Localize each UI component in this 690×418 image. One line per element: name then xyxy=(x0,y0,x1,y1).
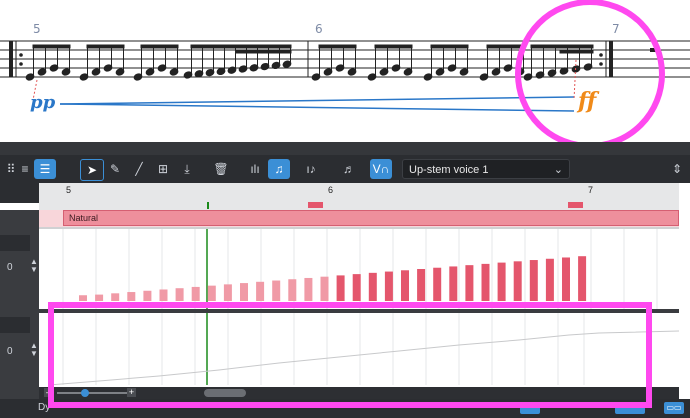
velocity-bar xyxy=(143,290,152,301)
collapse-icon[interactable]: ⇕ xyxy=(666,159,688,179)
velocity-bar xyxy=(288,279,297,301)
ruler-marker-1[interactable] xyxy=(308,202,323,208)
ruler-number-7: 7 xyxy=(588,185,594,195)
natural-region[interactable] xyxy=(63,210,679,226)
lane-header-block-1 xyxy=(0,235,30,251)
velocity-bar xyxy=(95,294,104,301)
view-mode-icon[interactable]: ▭▭ xyxy=(664,402,684,414)
velocity-bar xyxy=(223,284,232,301)
hairpin-lower xyxy=(59,103,575,112)
velocity-bar xyxy=(562,257,570,301)
velocity-bar xyxy=(191,286,200,301)
ruler-marker-2[interactable] xyxy=(568,202,583,208)
beam xyxy=(32,44,71,49)
voice-icon[interactable]: V∩ xyxy=(370,159,392,179)
natural-label: Natural xyxy=(69,213,99,223)
voice-select[interactable]: Up-stem voice 1 ⌄ xyxy=(402,159,570,179)
dynamic-pp[interactable]: pp xyxy=(30,92,55,113)
note-icon[interactable]: ♫ xyxy=(268,159,290,179)
beam xyxy=(430,44,469,49)
chord-icon[interactable]: ♬ xyxy=(338,159,360,179)
lane-header-panel: 0 ▲ ▼ 0 ▲ ▼ xyxy=(0,183,39,418)
velocity-bar xyxy=(304,277,313,301)
delete-icon[interactable]: 🗑 xyxy=(210,159,232,179)
highlight-rectangle xyxy=(48,302,652,408)
hairpin-upper xyxy=(59,96,575,105)
velocity-bar xyxy=(175,288,184,301)
velocity-bar xyxy=(449,266,458,301)
playhead-marker[interactable] xyxy=(207,202,209,209)
beam xyxy=(530,44,594,49)
velocity-icon[interactable]: ı♪ xyxy=(300,159,322,179)
line-tool-icon[interactable]: ╱ xyxy=(128,159,150,179)
ruler-number-6: 6 xyxy=(328,185,334,195)
velocity-bar xyxy=(578,256,587,301)
timeline-ruler[interactable]: 5 6 7 xyxy=(39,183,679,211)
beam xyxy=(318,44,357,49)
velocity-bar xyxy=(529,260,538,301)
beam xyxy=(86,44,125,49)
pencil-tool-icon[interactable]: ✎ xyxy=(104,159,126,179)
articulation-lane[interactable]: Natural xyxy=(39,210,679,227)
view-toggle-icon[interactable]: ☰ xyxy=(34,159,56,179)
ruler-tool-icon[interactable]: ⊞ xyxy=(152,159,174,179)
velocity-bar xyxy=(79,295,87,301)
velocity-bar xyxy=(352,274,361,301)
ruler-number-5: 5 xyxy=(66,185,72,195)
waveform-icon[interactable]: ılı xyxy=(244,159,266,179)
beam xyxy=(235,49,292,54)
velocity-svg[interactable] xyxy=(39,229,679,309)
velocity-bar xyxy=(513,261,522,301)
velocity-bar xyxy=(127,292,136,301)
velocity-value[interactable]: 0 xyxy=(7,262,13,273)
velocity-bar xyxy=(433,267,442,301)
piano-roll-toolbar: ⠿ ≡ ☰ ➤ ✎ ╱ ⊞ ⤓ 🗑 ılı ♫ ı♪ ♬ V∩ Up-stem … xyxy=(0,155,690,183)
velocity-bar xyxy=(545,258,554,301)
staff-svg xyxy=(0,0,690,142)
beam xyxy=(486,44,525,49)
velocity-bar xyxy=(111,293,120,301)
dynamic-ff[interactable]: ff xyxy=(578,88,596,114)
download-tool-icon[interactable]: ⤓ xyxy=(176,159,198,179)
velocity-bar xyxy=(240,283,248,301)
velocity-bar xyxy=(272,280,281,301)
stepper-icon-2[interactable]: ▲ ▼ xyxy=(30,342,38,358)
lane-header-block-2 xyxy=(0,317,30,333)
velocity-bar xyxy=(207,285,216,301)
panel-splitter[interactable] xyxy=(0,142,690,155)
beam xyxy=(374,44,413,49)
beam xyxy=(559,49,594,54)
velocity-bar xyxy=(417,269,426,301)
lanes-icon[interactable]: ≡ xyxy=(14,159,36,179)
measure-number-7: 7 xyxy=(612,22,620,36)
velocity-bar xyxy=(368,272,377,301)
velocity-bar xyxy=(256,281,265,301)
measure-number-5: 5 xyxy=(33,22,41,36)
beam xyxy=(190,44,292,49)
score-view[interactable]: 5 6 7 pp ff xyxy=(0,0,690,142)
velocity-bar xyxy=(336,275,345,301)
chevron-down-icon: ⌄ xyxy=(553,164,563,176)
measure-number-6: 6 xyxy=(315,22,323,36)
velocity-bar xyxy=(320,276,329,301)
velocity-bar xyxy=(159,289,168,301)
velocity-lane[interactable] xyxy=(39,229,679,309)
cc-value[interactable]: 0 xyxy=(7,346,13,357)
velocity-bar xyxy=(384,271,393,301)
lane-header-white xyxy=(0,203,39,210)
velocity-bar xyxy=(401,270,409,301)
stepper-icon[interactable]: ▲ ▼ xyxy=(30,258,38,274)
lane-header-top xyxy=(0,183,39,203)
voice-select-label: Up-stem voice 1 xyxy=(409,164,489,176)
velocity-bar xyxy=(481,263,490,301)
beam xyxy=(140,44,179,49)
pointer-tool-icon[interactable]: ➤ xyxy=(80,159,104,181)
velocity-bar xyxy=(465,265,474,301)
velocity-bar xyxy=(497,262,506,301)
